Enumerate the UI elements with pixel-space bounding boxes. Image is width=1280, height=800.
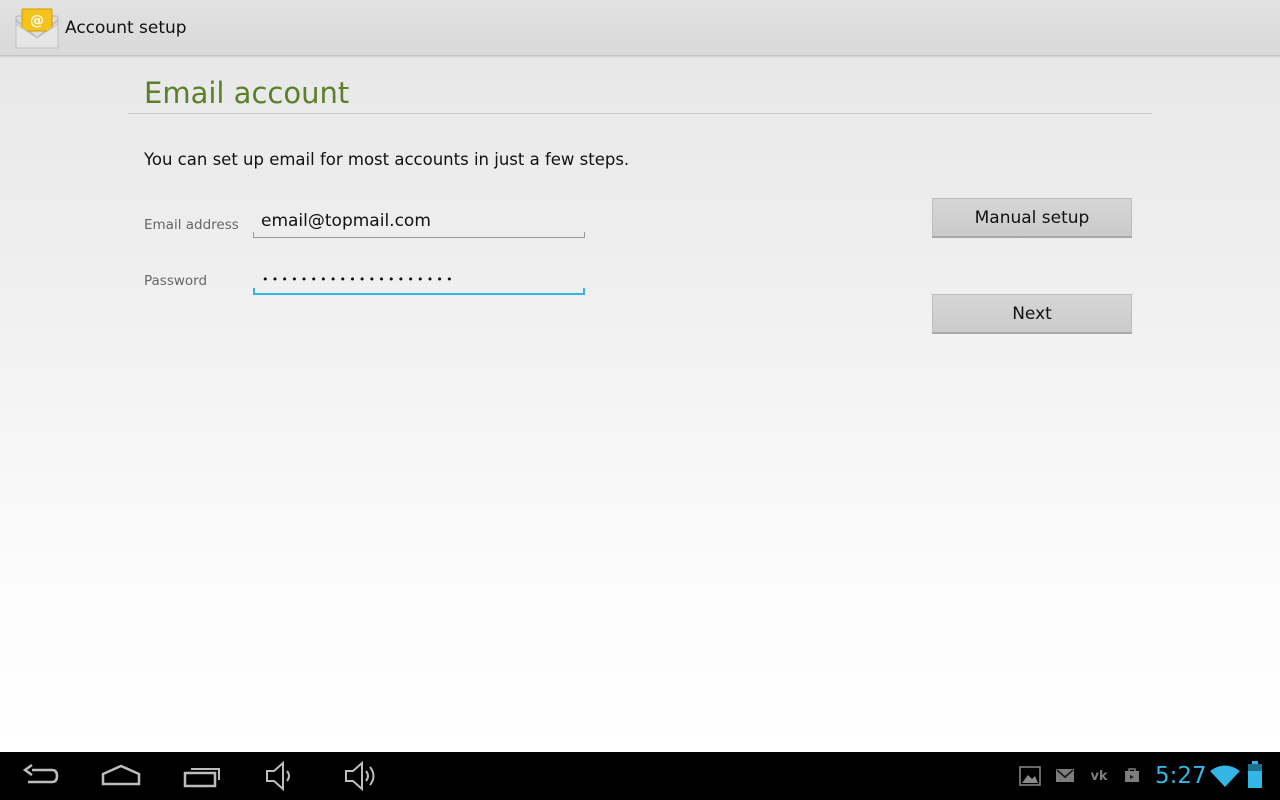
password-masked-value: •••••••••••••••••••• (262, 273, 456, 286)
svg-text:@: @ (30, 13, 44, 29)
password-field[interactable]: •••••••••••••••••••• (253, 265, 585, 295)
system-nav-bar: vk 5:27 (0, 752, 1280, 800)
app-title: Account setup (65, 18, 187, 38)
email-underline-right-tick (584, 232, 585, 238)
screen: @ Account setup Email account You can se… (0, 0, 1280, 800)
password-underline (253, 293, 585, 295)
recent-apps-icon[interactable] (182, 760, 222, 792)
email-envelope-icon[interactable]: @ (14, 8, 60, 50)
gallery-icon (1019, 766, 1041, 790)
gmail-icon (1055, 766, 1075, 788)
svg-text:vk: vk (1090, 769, 1107, 784)
email-label: Email address (144, 217, 239, 233)
email-value: email@topmail.com (261, 211, 431, 231)
page-title: Email account (144, 76, 350, 110)
back-icon[interactable] (22, 760, 60, 792)
instructions-text: You can set up email for most accounts i… (144, 150, 630, 169)
volume-up-icon[interactable] (342, 760, 382, 792)
password-label: Password (144, 273, 208, 289)
manual-setup-button[interactable]: Manual setup (932, 198, 1132, 238)
wifi-icon (1209, 764, 1241, 792)
vk-icon: vk (1089, 766, 1109, 788)
email-field[interactable]: email@topmail.com (253, 208, 585, 238)
password-underline-left-tick (253, 288, 255, 295)
status-clock: 5:27 (1155, 763, 1207, 789)
volume-down-icon[interactable] (263, 760, 299, 792)
home-icon[interactable] (101, 760, 141, 792)
next-button[interactable]: Next (932, 294, 1132, 334)
title-divider (128, 113, 1152, 114)
password-underline-right-tick (583, 288, 585, 295)
email-underline (253, 237, 585, 238)
action-bar: @ Account setup (0, 0, 1280, 56)
battery-icon (1247, 761, 1263, 793)
store-bag-icon (1123, 766, 1141, 788)
email-underline-left-tick (253, 232, 254, 238)
